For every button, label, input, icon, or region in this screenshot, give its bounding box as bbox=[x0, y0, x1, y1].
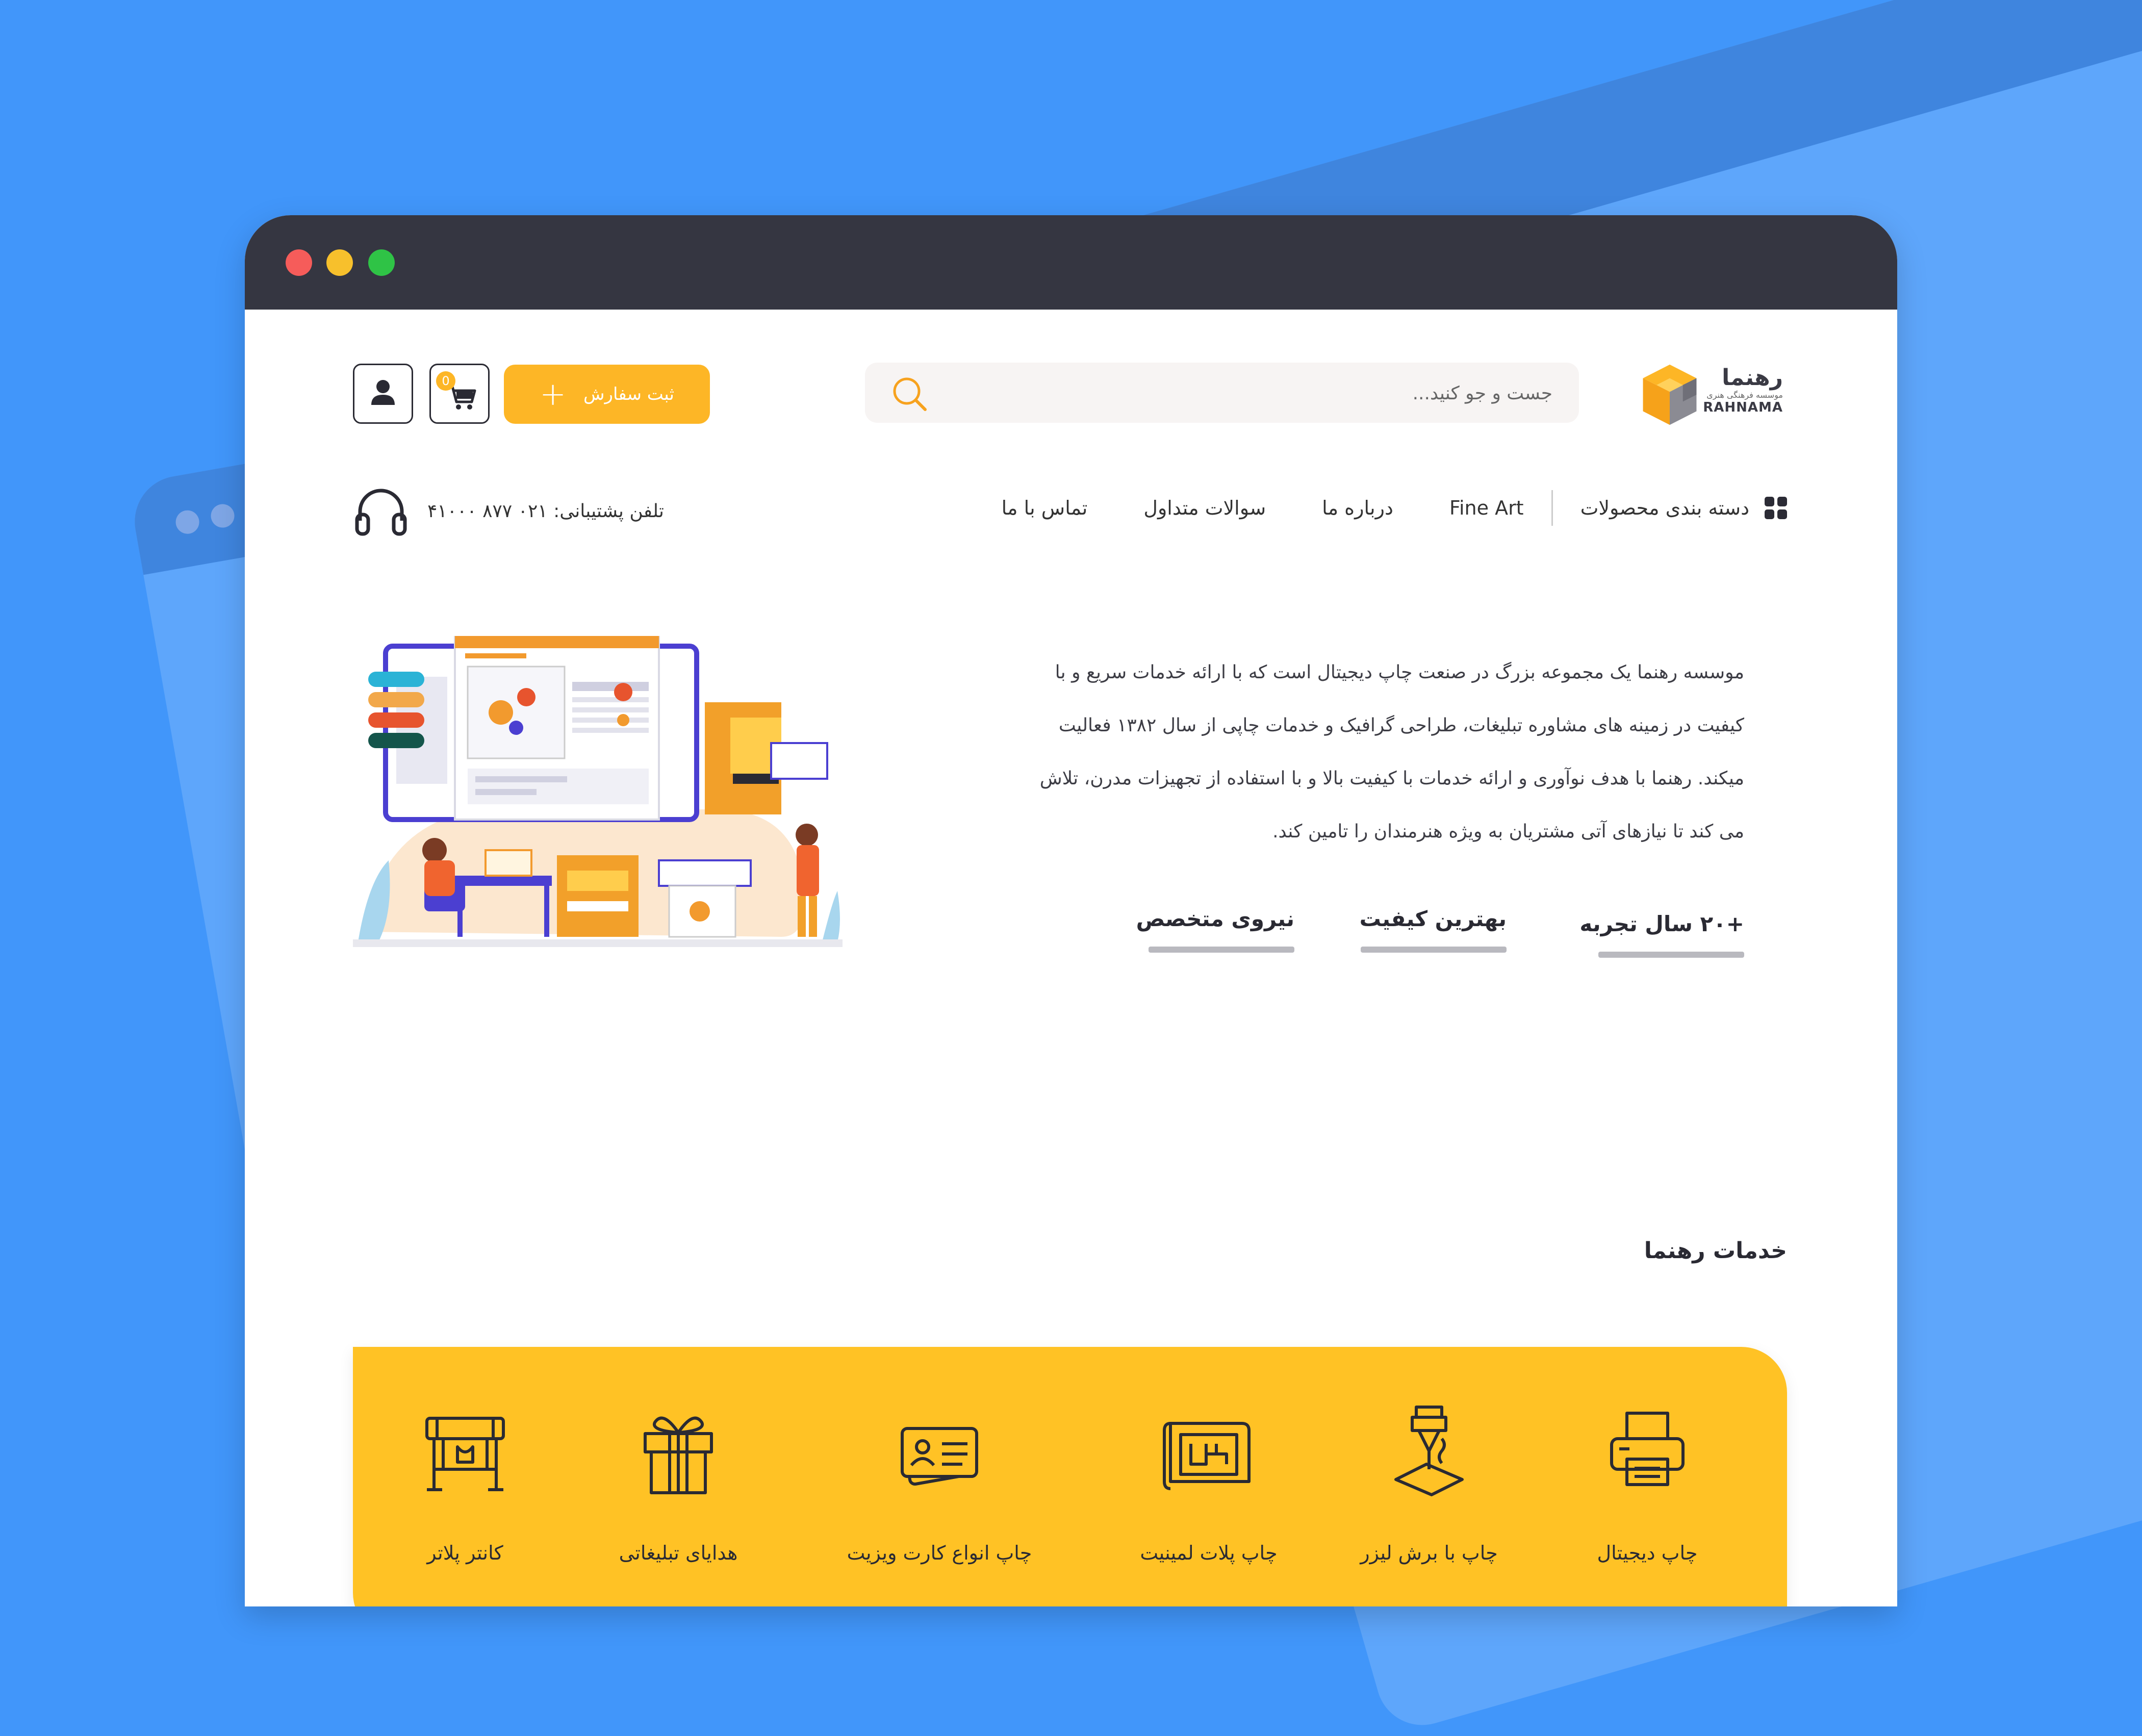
about-paragraph: موسسه رهنما یک مجموعه بزرگ در صنعت چاپ د… bbox=[949, 646, 1744, 858]
logo-name-en: RAHNAMA bbox=[1703, 400, 1783, 415]
minimize-window-button[interactable] bbox=[326, 249, 353, 276]
categories-label: دسته بندی محصولات bbox=[1580, 497, 1749, 519]
blueprint-icon bbox=[1163, 1422, 1251, 1490]
site-logo[interactable]: رهنما موسسه فرهنگی هنری RAHNAMA bbox=[1635, 361, 1783, 432]
printing-office-illustration bbox=[353, 636, 843, 947]
gift-icon bbox=[644, 1416, 713, 1494]
stat-experience: +۲۰ سال تجربه bbox=[1579, 911, 1744, 958]
search-input[interactable] bbox=[960, 363, 1553, 424]
grid-icon bbox=[1765, 497, 1787, 519]
cube-logo-icon bbox=[1643, 364, 1697, 425]
service-digital-print[interactable]: چاپ دیجیتال bbox=[1550, 1403, 1744, 1564]
logo-name-fa: رهنما bbox=[1722, 365, 1783, 391]
support-phone: تلفن پشتیبانی: ۰۲۱ ۸۷۷ ۴۱۰۰۰ bbox=[353, 483, 664, 539]
feature-highlights: +۲۰ سال تجربه بهترین کیفیت نیروی متخصص bbox=[1132, 906, 1744, 988]
nav-item-contact[interactable]: تماس با ما bbox=[1002, 497, 1088, 519]
about-line: میکند. رهنما با هدف نوآوری و ارائه خدمات… bbox=[1039, 768, 1744, 789]
laser-cutter-icon bbox=[1394, 1406, 1464, 1496]
service-promo-gifts[interactable]: هدایای تبلیغاتی bbox=[581, 1403, 775, 1564]
stat-quality: بهترین کیفیت bbox=[1359, 906, 1507, 953]
about-line: می کند تا نیازهای آتی مشتریان به ویژه هن… bbox=[1272, 821, 1744, 842]
search-bar bbox=[865, 363, 1579, 424]
place-order-button[interactable]: ثبت سفارش + bbox=[504, 365, 710, 424]
order-button-label: ثبت سفارش bbox=[583, 384, 674, 404]
cart-count-badge: 0 bbox=[436, 371, 455, 391]
web-page: رهنما موسسه فرهنگی هنری RAHNAMA ثبت سفار… bbox=[245, 310, 1897, 1606]
search-icon[interactable] bbox=[890, 375, 928, 413]
support-label: تلفن پشتیبانی: bbox=[553, 500, 664, 522]
stat-underline bbox=[1149, 947, 1294, 953]
service-label: چاپ با برش لیزر bbox=[1360, 1542, 1498, 1564]
nav-item-faq[interactable]: سوالات متداول bbox=[1143, 497, 1266, 519]
about-line: موسسه رهنما یک مجموعه بزرگ در صنعت چاپ د… bbox=[1055, 662, 1744, 683]
logo-tagline: موسسه فرهنگی هنری bbox=[1706, 390, 1783, 400]
service-laser-cut[interactable]: چاپ با برش لیزر bbox=[1332, 1403, 1526, 1564]
business-card-icon bbox=[901, 1427, 978, 1486]
stat-label: +۲۰ سال تجربه bbox=[1579, 911, 1744, 936]
printer-icon bbox=[1610, 1412, 1685, 1486]
stat-underline bbox=[1361, 947, 1507, 953]
nav-item-about[interactable]: درباره ما bbox=[1322, 497, 1393, 519]
support-phone-number[interactable]: ۰۲۱ ۸۷۷ ۴۱۰۰۰ bbox=[427, 501, 548, 522]
main-navigation: دسته بندی محصولات Fine Art درباره ما سوا… bbox=[1002, 485, 1787, 531]
service-cutter-plotter[interactable]: کانتر پلاتر bbox=[368, 1403, 562, 1564]
stat-label: نیروی متخصص bbox=[1136, 906, 1294, 931]
window-titlebar bbox=[245, 215, 1897, 310]
nav-divider bbox=[1551, 490, 1553, 526]
services-heading: خدمات رهنما bbox=[1644, 1238, 1787, 1264]
stat-experts: نیروی متخصص bbox=[1136, 906, 1294, 953]
maximize-window-button[interactable] bbox=[368, 249, 395, 276]
user-account-button[interactable] bbox=[353, 364, 413, 424]
services-panel: چاپ دیجیتال چاپ با برش لیزر چاپ پلات لمی… bbox=[353, 1347, 1787, 1606]
headset-icon bbox=[355, 489, 407, 536]
service-label: چاپ پلات لمینیت bbox=[1140, 1542, 1278, 1564]
service-plot-laminate[interactable]: چاپ پلات لمینیت bbox=[1112, 1403, 1306, 1564]
product-categories-menu[interactable]: دسته بندی محصولات bbox=[1580, 497, 1787, 519]
stat-label: بهترین کیفیت bbox=[1359, 906, 1507, 931]
service-label: هدایای تبلیغاتی bbox=[619, 1542, 738, 1564]
stat-underline bbox=[1598, 952, 1744, 958]
browser-window: رهنما موسسه فرهنگی هنری RAHNAMA ثبت سفار… bbox=[245, 215, 1897, 1606]
service-label: چاپ دیجیتال bbox=[1597, 1542, 1698, 1564]
service-business-cards[interactable]: چاپ انواع کارت ویزیت bbox=[843, 1403, 1036, 1564]
service-label: چاپ انواع کارت ویزیت bbox=[847, 1542, 1032, 1564]
nav-item-fine-art[interactable]: Fine Art bbox=[1449, 497, 1524, 519]
user-icon bbox=[371, 380, 395, 405]
plotter-icon bbox=[425, 1417, 505, 1491]
service-label: کانتر پلاتر bbox=[427, 1542, 503, 1564]
logo-text: رهنما موسسه فرهنگی هنری RAHNAMA bbox=[1703, 365, 1783, 416]
cart-button[interactable]: 0 bbox=[429, 364, 490, 424]
about-line: کیفیت در زمینه های مشاوره تبلیغات، طراحی… bbox=[1058, 715, 1744, 736]
support-text: تلفن پشتیبانی: ۰۲۱ ۸۷۷ ۴۱۰۰۰ bbox=[427, 501, 664, 522]
close-window-button[interactable] bbox=[286, 249, 312, 276]
plus-icon: + bbox=[540, 375, 567, 413]
